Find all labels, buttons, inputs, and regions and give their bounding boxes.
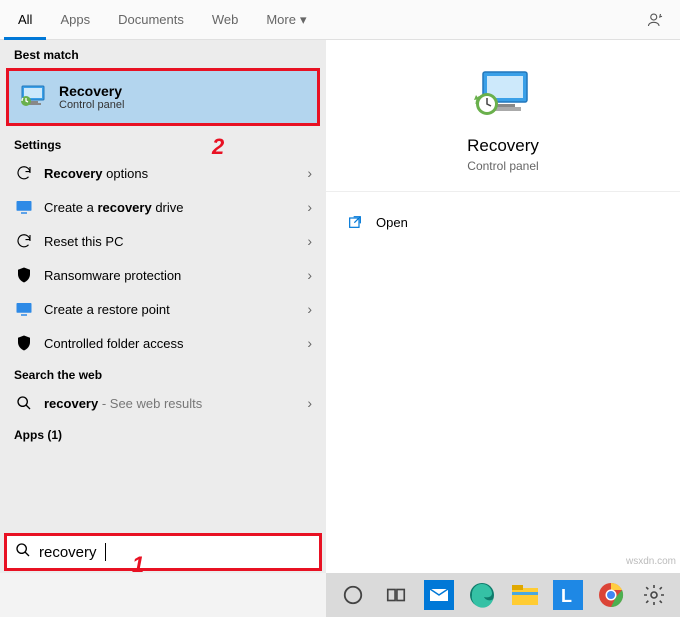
settings-item-folder-access[interactable]: Controlled folder access › bbox=[0, 326, 326, 360]
taskbar: L bbox=[326, 573, 680, 617]
mail-app-button[interactable] bbox=[418, 575, 459, 615]
chevron-down-icon: ▾ bbox=[300, 0, 307, 40]
search-icon bbox=[14, 393, 34, 413]
recovery-icon bbox=[17, 81, 49, 113]
settings-item-recovery-drive[interactable]: Create a recovery drive › bbox=[0, 190, 326, 224]
app-l-button[interactable]: L bbox=[547, 575, 588, 615]
task-view-button[interactable] bbox=[375, 575, 416, 615]
settings-app-button[interactable] bbox=[633, 575, 674, 615]
chevron-right-icon: › bbox=[307, 335, 312, 351]
settings-item-ransomware[interactable]: Ransomware protection › bbox=[0, 258, 326, 292]
chevron-right-icon: › bbox=[307, 267, 312, 283]
detail-subtitle: Control panel bbox=[467, 159, 538, 173]
detail-pane: Recovery Control panel Open bbox=[326, 40, 680, 573]
settings-item-reset-pc[interactable]: Reset this PC › bbox=[0, 224, 326, 258]
recovery-large-icon bbox=[471, 68, 535, 124]
tab-all[interactable]: All bbox=[4, 0, 46, 40]
chevron-right-icon: › bbox=[307, 199, 312, 215]
settings-item-label: Create a restore point bbox=[44, 302, 307, 317]
shield-icon bbox=[14, 265, 34, 285]
best-match-recovery[interactable]: Recovery Control panel bbox=[6, 68, 320, 126]
chrome-app-button[interactable] bbox=[590, 575, 631, 615]
detail-title: Recovery bbox=[467, 136, 539, 156]
web-result-label: recovery - See web results bbox=[44, 396, 307, 411]
settings-item-restore-point[interactable]: Create a restore point › bbox=[0, 292, 326, 326]
chevron-right-icon: › bbox=[307, 233, 312, 249]
shield-icon bbox=[14, 333, 34, 353]
settings-item-label: Reset this PC bbox=[44, 234, 307, 249]
open-icon bbox=[346, 214, 364, 230]
settings-item-label: Create a recovery drive bbox=[44, 200, 307, 215]
text-caret bbox=[105, 543, 106, 561]
best-match-subtitle: Control panel bbox=[59, 99, 309, 111]
edge-app-button[interactable] bbox=[461, 575, 502, 615]
search-input[interactable]: recovery bbox=[39, 544, 97, 561]
best-match-header: Best match bbox=[0, 40, 326, 66]
tab-web[interactable]: Web bbox=[198, 0, 253, 40]
tab-more[interactable]: More ▾ bbox=[252, 0, 320, 40]
watermark: wsxdn.com bbox=[626, 556, 676, 567]
chevron-right-icon: › bbox=[307, 301, 312, 317]
settings-item-recovery-options[interactable]: Recovery options › bbox=[0, 156, 326, 190]
sync-icon bbox=[14, 231, 34, 251]
tab-more-label: More bbox=[266, 0, 296, 40]
apps-header: Apps (1) bbox=[0, 420, 326, 446]
svg-text:L: L bbox=[561, 586, 572, 606]
search-icon bbox=[15, 542, 31, 563]
settings-header: Settings bbox=[0, 130, 326, 156]
best-match-title: Recovery bbox=[59, 83, 309, 99]
results-pane: Best match Recovery Control panel Settin… bbox=[0, 40, 326, 573]
tab-documents[interactable]: Documents bbox=[104, 0, 198, 40]
settings-item-label: Ransomware protection bbox=[44, 268, 307, 283]
chevron-right-icon: › bbox=[307, 395, 312, 411]
search-input-container[interactable]: recovery bbox=[4, 533, 322, 571]
search-scope-tabs: All Apps Documents Web More ▾ bbox=[0, 0, 680, 40]
open-label: Open bbox=[376, 215, 408, 230]
tab-apps[interactable]: Apps bbox=[46, 0, 104, 40]
web-result-recovery[interactable]: recovery - See web results › bbox=[0, 386, 326, 420]
annotation-1: 1 bbox=[132, 552, 144, 578]
sync-icon bbox=[14, 163, 34, 183]
monitor-icon bbox=[14, 197, 34, 217]
open-action[interactable]: Open bbox=[346, 206, 660, 238]
annotation-2: 2 bbox=[212, 134, 224, 160]
search-web-header: Search the web bbox=[0, 360, 326, 386]
settings-list: Recovery options › Create a recovery dri… bbox=[0, 156, 326, 360]
cortana-button[interactable] bbox=[332, 575, 373, 615]
settings-item-label: Recovery options bbox=[44, 166, 307, 181]
explorer-app-button[interactable] bbox=[504, 575, 545, 615]
feedback-icon[interactable] bbox=[636, 11, 676, 29]
monitor-icon bbox=[14, 299, 34, 319]
chevron-right-icon: › bbox=[307, 165, 312, 181]
settings-item-label: Controlled folder access bbox=[44, 336, 307, 351]
